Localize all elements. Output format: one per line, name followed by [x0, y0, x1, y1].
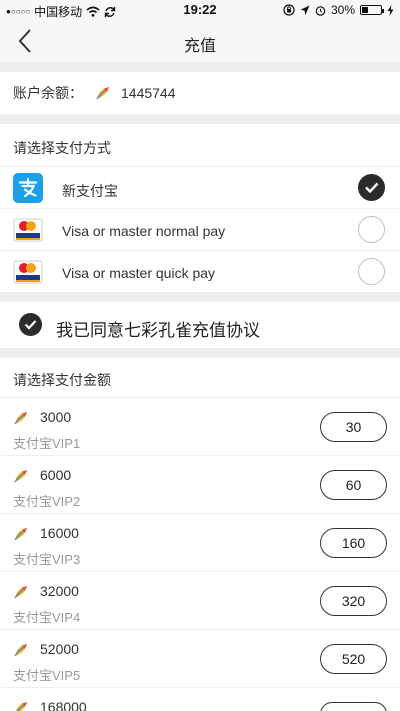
payment-method-label: Visa or master quick pay	[62, 265, 216, 281]
price-button[interactable]: 520	[320, 644, 387, 674]
amount-coins: 6000	[40, 467, 72, 483]
location-icon	[300, 5, 310, 15]
amount-vip-level: 支付宝VIP2	[13, 494, 81, 509]
amount-coins: 52000	[40, 641, 79, 657]
orientation-lock-icon	[283, 4, 295, 16]
payment-method-alipay[interactable]: 新支付宝	[0, 166, 400, 208]
credit-card-icon	[13, 218, 43, 242]
amount-option[interactable]: 32000 支付宝VIP4 320	[0, 571, 400, 629]
alipay-icon	[13, 173, 43, 203]
section-divider	[0, 348, 400, 358]
feather-coin-icon	[14, 586, 27, 599]
credit-card-icon	[13, 260, 43, 284]
section-divider	[0, 292, 400, 302]
price-button[interactable]: 320	[320, 586, 387, 616]
feather-coin-icon	[14, 644, 27, 657]
price-button[interactable]: 60	[320, 470, 387, 500]
balance-value: 1445744	[121, 85, 176, 101]
agreement-label: 我已同意七彩孔雀充值协议	[56, 321, 260, 340]
radio-selected[interactable]	[358, 174, 385, 201]
section-divider	[0, 114, 400, 124]
check-icon	[24, 320, 37, 330]
amount-option[interactable]: 6000 支付宝VIP2 60	[0, 455, 400, 513]
payment-method-visa-quick[interactable]: Visa or master quick pay	[0, 250, 400, 292]
amount-option[interactable]: 3000 支付宝VIP1 30	[0, 397, 400, 455]
amount-option[interactable]: 16000 支付宝VIP3 160	[0, 513, 400, 571]
agreement-row[interactable]: 我已同意七彩孔雀充值协议	[0, 302, 400, 348]
amount-vip-level: 支付宝VIP4	[13, 610, 81, 625]
page-title: 充值	[183, 38, 216, 55]
status-bar: ●○○○○ 中国移动 19:22 30%	[0, 0, 400, 20]
payment-method-label: Visa or master normal pay	[62, 223, 226, 239]
status-right: 30%	[283, 3, 394, 17]
radio-unselected[interactable]	[358, 216, 385, 243]
account-balance: 账户余额： 1445744	[0, 72, 400, 114]
payment-method-visa-normal[interactable]: Visa or master normal pay	[0, 208, 400, 250]
payment-method-label: 新支付宝	[62, 183, 118, 199]
feather-coin-icon	[14, 470, 27, 483]
payment-section-label: 请选择支付方式	[13, 140, 111, 156]
amount-coins: 168000	[40, 699, 87, 711]
amount-option[interactable]: 168000	[0, 687, 400, 711]
price-button[interactable]: 30	[320, 412, 387, 442]
price-button[interactable]	[320, 702, 387, 711]
charging-icon	[387, 4, 394, 16]
amount-vip-level: 支付宝VIP5	[13, 668, 81, 683]
amount-section-label: 请选择支付金额	[13, 372, 111, 388]
feather-coin-icon	[14, 528, 27, 541]
balance-label: 账户余额：	[13, 85, 83, 101]
price-button[interactable]: 160	[320, 528, 387, 558]
section-divider	[0, 62, 400, 72]
feather-coin-icon	[96, 87, 109, 100]
radio-unselected[interactable]	[358, 258, 385, 285]
amount-option[interactable]: 52000 支付宝VIP5 520	[0, 629, 400, 687]
check-icon	[365, 182, 379, 194]
battery-icon	[360, 5, 384, 15]
agreement-checkbox[interactable]	[19, 313, 42, 336]
amount-coins: 3000	[40, 409, 72, 425]
amount-coins: 16000	[40, 525, 79, 541]
feather-coin-icon	[14, 412, 27, 425]
nav-bar: 充值	[0, 20, 400, 62]
alarm-icon	[315, 5, 326, 16]
amount-coins: 32000	[40, 583, 79, 599]
battery-percent: 30%	[330, 3, 355, 17]
feather-coin-icon	[15, 702, 27, 711]
amount-vip-level: 支付宝VIP1	[13, 436, 81, 451]
amount-vip-level: 支付宝VIP3	[13, 552, 81, 567]
